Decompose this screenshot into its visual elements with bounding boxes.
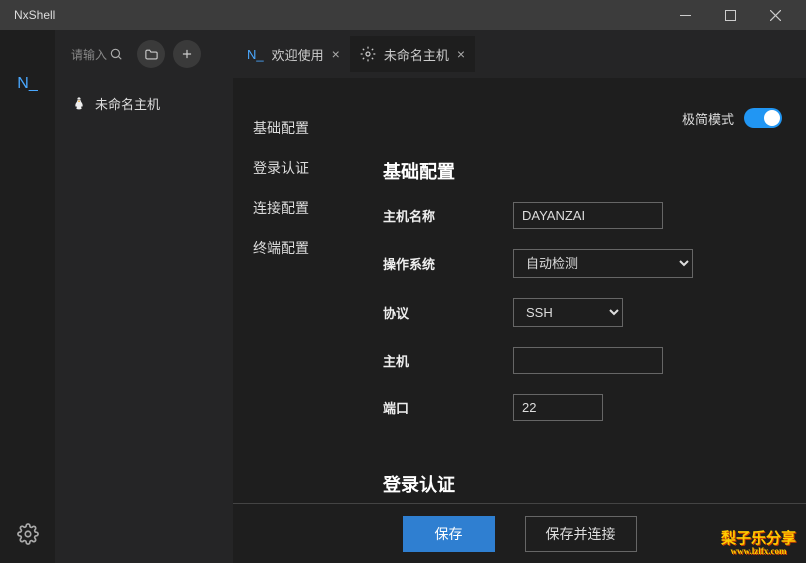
protocol-label: 协议: [383, 303, 513, 322]
app-title: NxShell: [14, 8, 55, 22]
tab-bar: N_ 欢迎使用 × 未命名主机 ×: [233, 30, 806, 78]
maximize-button[interactable]: [708, 0, 753, 30]
tab-label: 欢迎使用: [272, 45, 324, 64]
config-nav: 基础配置 登录认证 连接配置 终端配置: [233, 78, 373, 563]
content-area: N_ 欢迎使用 × 未命名主机 × 基础配置 登录认证 连接配置 终端配置 极简…: [233, 30, 806, 563]
titlebar: NxShell: [0, 0, 806, 30]
host-label: 主机: [383, 351, 513, 370]
port-input[interactable]: [513, 394, 603, 421]
save-button[interactable]: 保存: [403, 516, 495, 552]
gear-icon: [360, 46, 376, 62]
tab-host[interactable]: 未命名主机 ×: [350, 36, 475, 72]
row-port: 端口: [383, 394, 782, 421]
window-controls: [663, 0, 798, 30]
simple-mode-row: 极简模式: [682, 108, 782, 128]
watermark: 梨子乐分享 www.lzlfx.com: [721, 531, 796, 557]
search-placeholder: 请输入: [71, 46, 107, 63]
app-logo[interactable]: N_: [17, 75, 37, 93]
folder-icon: [144, 47, 159, 62]
minimize-button[interactable]: [663, 0, 708, 30]
row-hostname: 主机名称: [383, 202, 782, 229]
sidebar-tools: 请输入: [55, 30, 233, 78]
row-protocol: 协议 SSH: [383, 298, 782, 327]
settings-icon[interactable]: [17, 523, 39, 545]
folder-button[interactable]: [137, 40, 165, 68]
host-input[interactable]: [513, 347, 663, 374]
section-title-auth: 登录认证: [383, 471, 782, 497]
section-title-basic: 基础配置: [383, 158, 782, 184]
os-label: 操作系统: [383, 254, 513, 273]
config-nav-auth[interactable]: 登录认证: [253, 148, 373, 188]
protocol-select[interactable]: SSH: [513, 298, 623, 327]
hostname-input[interactable]: [513, 202, 663, 229]
tab-label: 未命名主机: [384, 45, 449, 64]
form-area: 极简模式 基础配置 主机名称 操作系统 自动检测 协议: [373, 78, 806, 563]
close-icon[interactable]: ×: [332, 46, 340, 62]
search-input-wrap[interactable]: 请输入: [65, 42, 129, 67]
search-icon: [109, 47, 123, 61]
linux-icon: [71, 96, 87, 112]
plus-icon: [180, 47, 194, 61]
simple-mode-toggle[interactable]: [744, 108, 782, 128]
tab-welcome[interactable]: N_ 欢迎使用 ×: [237, 36, 350, 72]
nav-rail: N_: [0, 30, 55, 563]
host-tree-item[interactable]: 未命名主机: [67, 88, 221, 119]
sidebar: 请输入 未命名主机: [55, 30, 233, 563]
config-nav-terminal[interactable]: 终端配置: [253, 228, 373, 268]
row-os: 操作系统 自动检测: [383, 249, 782, 278]
config-nav-basic[interactable]: 基础配置: [253, 108, 373, 148]
n-icon: N_: [247, 47, 264, 62]
add-button[interactable]: [173, 40, 201, 68]
host-tree: 未命名主机: [55, 78, 233, 129]
close-icon[interactable]: ×: [457, 46, 465, 62]
close-button[interactable]: [753, 0, 798, 30]
host-label: 未命名主机: [95, 94, 160, 113]
save-connect-button[interactable]: 保存并连接: [525, 516, 637, 552]
os-select[interactable]: 自动检测: [513, 249, 693, 278]
port-label: 端口: [383, 398, 513, 417]
row-host: 主机: [383, 347, 782, 374]
simple-mode-label: 极简模式: [682, 109, 734, 128]
hostname-label: 主机名称: [383, 206, 513, 225]
config-nav-connection[interactable]: 连接配置: [253, 188, 373, 228]
